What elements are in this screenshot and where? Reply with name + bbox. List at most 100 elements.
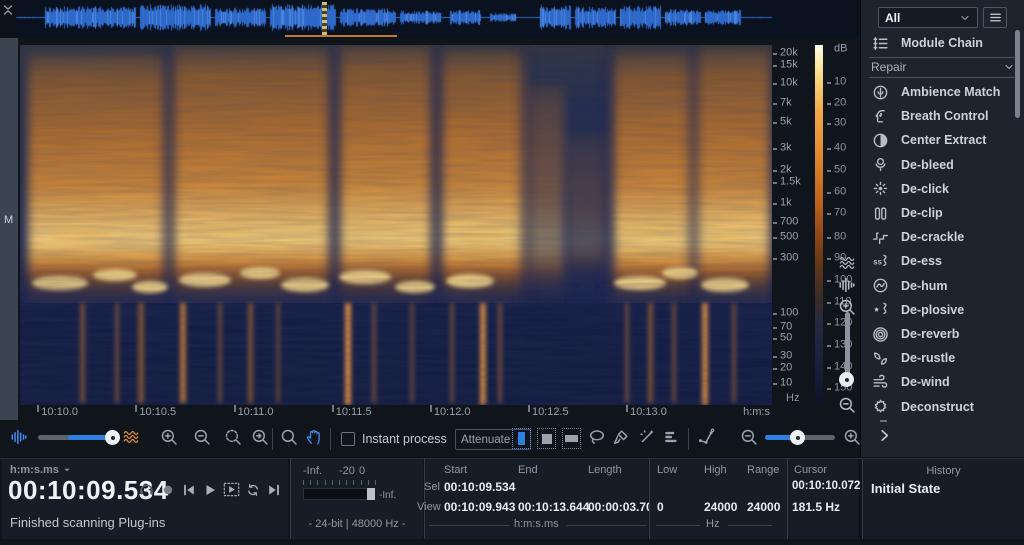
lasso-selection-tool[interactable]	[588, 428, 606, 446]
horizontal-zoom-out-icon[interactable]	[740, 428, 758, 446]
expand-more-chevron-icon[interactable]	[877, 428, 892, 443]
overview-playhead-marker[interactable]	[322, 2, 327, 35]
zoom-selection-button[interactable]	[224, 428, 242, 446]
magic-wand-tool[interactable]	[638, 428, 656, 446]
waveform-overview[interactable]	[16, 0, 860, 38]
high-value[interactable]: 24000	[704, 500, 737, 514]
time-format-chevron-icon[interactable]	[62, 465, 72, 475]
breath-control-icon	[871, 107, 889, 125]
play-selection-button[interactable]	[223, 481, 240, 498]
instant-process-checkbox[interactable]	[341, 432, 355, 446]
interpolate-points-tool[interactable]	[697, 428, 715, 446]
collapse-panel-icon[interactable]	[1, 3, 15, 17]
time-frequency-selection-tool[interactable]	[537, 428, 556, 449]
meter-value: -Inf.	[379, 490, 397, 501]
end-header: End	[518, 464, 538, 476]
module-item-de-bleed[interactable]: De-bleed	[871, 154, 954, 176]
panel-resize-handle[interactable]	[880, 420, 887, 422]
record-button[interactable]	[160, 482, 176, 498]
module-panel-menu-button[interactable]	[983, 7, 1007, 28]
module-chain-label: Module Chain	[901, 36, 983, 50]
module-filter-dropdown[interactable]: All	[878, 7, 978, 28]
tick-mark	[827, 191, 831, 194]
module-list-scrollbar[interactable]	[1015, 30, 1020, 118]
frequency-range-panel: Low High Range 0 24000 24000 Hz	[649, 459, 787, 539]
tick-mark	[773, 338, 777, 341]
freq-unit-label[interactable]: Hz	[706, 518, 719, 530]
tick-label: 3k	[780, 141, 792, 154]
sel-row-label: Sel	[424, 481, 440, 493]
magnify-tool[interactable]	[280, 428, 298, 446]
harmonics-selection-tool[interactable]	[663, 428, 681, 446]
tick-mark	[827, 213, 831, 216]
module-item-breath-control[interactable]: Breath Control	[871, 105, 989, 127]
view-start-value[interactable]: 00:10:09.943	[444, 500, 515, 514]
monitor-headphones-button[interactable]	[138, 481, 155, 498]
return-to-start-button[interactable]	[181, 482, 197, 498]
module-item-de-hum[interactable]: De-hum	[871, 275, 948, 297]
overview-collapse-corner[interactable]	[0, 0, 16, 38]
chevron-down-icon	[959, 12, 971, 24]
divider-line	[567, 525, 647, 526]
selection-unit-label[interactable]: h:m:s.ms	[514, 518, 559, 530]
horizontal-zoom-in-icon[interactable]	[843, 428, 861, 446]
range-value[interactable]: 24000	[747, 500, 780, 514]
module-item-de-click[interactable]: De-click	[871, 178, 949, 200]
meter-scale-max-label: 0	[359, 465, 366, 477]
view-end-value[interactable]: 00:10:13.644	[518, 500, 589, 514]
module-item-deconstruct[interactable]: Deconstruct	[871, 396, 974, 418]
module-chain-icon	[871, 34, 889, 52]
spectrogram-blend-icon[interactable]	[122, 428, 140, 446]
history-item-initial-state[interactable]: Initial State	[871, 481, 940, 496]
status-message: Finished scanning Plug-ins	[10, 515, 166, 530]
zoom-out-button[interactable]	[193, 428, 211, 446]
module-item-de-reverb[interactable]: De-reverb	[871, 323, 959, 345]
waveform-blend-icon[interactable]	[10, 428, 28, 446]
tick-label: 2k	[780, 163, 792, 176]
module-item-de-plosive[interactable]: De-plosive	[871, 299, 964, 321]
tick-label: 20k	[780, 46, 798, 59]
module-item-de-wind[interactable]: De-wind	[871, 371, 950, 393]
tick-mark	[773, 169, 777, 172]
channel-label[interactable]: M	[4, 214, 13, 226]
vertical-zoom-out-icon[interactable]	[838, 396, 856, 414]
module-item-ambience-match[interactable]: Ambience Match	[871, 81, 1000, 103]
go-to-end-button[interactable]	[266, 482, 282, 498]
overview-waveform-canvas[interactable]	[16, 2, 772, 35]
zoom-in-button[interactable]	[160, 428, 178, 446]
module-item-de-crackle[interactable]: De-crackle	[871, 226, 964, 248]
range-header: Range	[747, 464, 780, 476]
category-repair-header[interactable]: Repair	[871, 60, 1015, 74]
frequency-selection-tool[interactable]	[562, 428, 581, 449]
module-item-de-rustle[interactable]: De-rustle	[871, 347, 955, 369]
de-ess-icon: ss	[871, 252, 889, 270]
brush-selection-tool[interactable]	[612, 428, 630, 446]
module-item-de-ess[interactable]: ss De-ess	[871, 250, 942, 272]
overview-view-range-indicator[interactable]	[285, 35, 397, 37]
module-chain-item[interactable]: Module Chain	[871, 32, 983, 54]
blend-slider-handle[interactable]	[105, 430, 120, 445]
tick-label: 10:10.0	[41, 406, 78, 418]
grab-hand-tool[interactable]	[305, 428, 323, 446]
vertical-zoom-slider[interactable]	[845, 312, 850, 378]
spectrogram-view-icon[interactable]	[838, 254, 856, 272]
zoom-history-button[interactable]	[251, 428, 269, 446]
tick-mark	[773, 52, 777, 55]
tick-mark	[773, 83, 777, 86]
time-selection-tool[interactable]	[512, 428, 531, 449]
low-value[interactable]: 0	[657, 500, 664, 514]
spectrogram-display[interactable]	[20, 45, 772, 405]
module-item-de-clip[interactable]: De-clip	[871, 202, 943, 224]
level-meter[interactable]	[303, 488, 375, 500]
sel-start-value[interactable]: 00:10:09.534	[444, 480, 515, 494]
audio-format-info[interactable]: - 24-bit | 48000 Hz -	[291, 518, 423, 530]
play-button[interactable]	[202, 482, 218, 498]
waveform-view-icon[interactable]	[838, 276, 856, 294]
tick-mark	[827, 258, 831, 261]
loop-playback-button[interactable]	[245, 482, 261, 498]
h-zoom-slider-handle[interactable]	[790, 430, 805, 445]
de-hum-icon	[871, 277, 889, 295]
frequency-axis: 20k 15k 10k 7k 5k 3k 2k 1.5k 1k 700 500 300 100 70 50 3…	[772, 45, 814, 405]
module-item-center-extract[interactable]: Center Extract	[871, 129, 986, 151]
vertical-zoom-slider-handle[interactable]	[839, 372, 854, 387]
